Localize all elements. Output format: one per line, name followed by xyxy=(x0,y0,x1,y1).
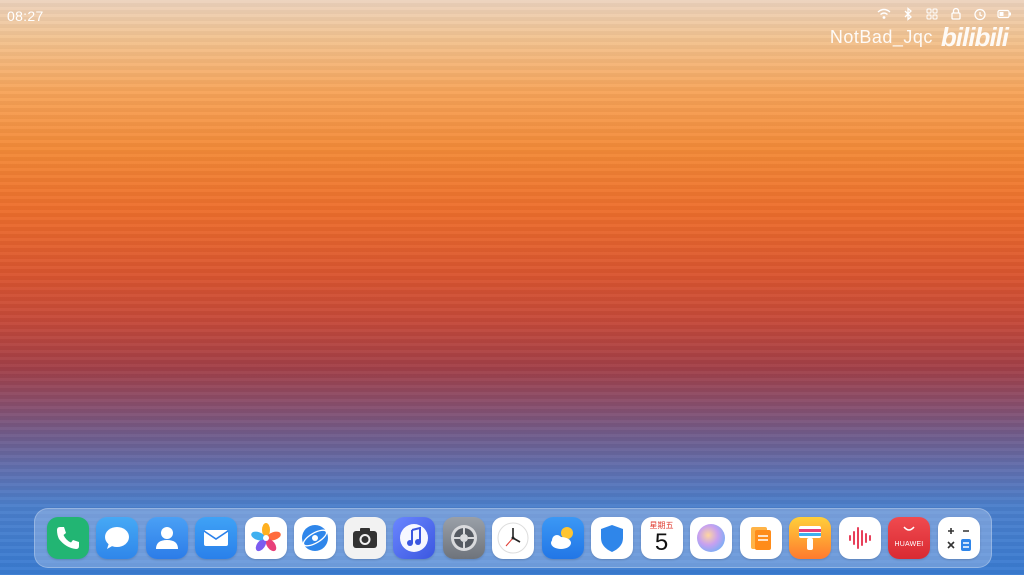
status-icons xyxy=(876,6,1012,22)
app-weather[interactable] xyxy=(541,517,584,559)
app-appgallery[interactable]: HUAWEI xyxy=(888,517,930,559)
clock-icon xyxy=(497,522,529,554)
app-settings[interactable] xyxy=(442,517,485,559)
phone-icon xyxy=(56,527,79,549)
recorder-icon xyxy=(848,527,871,549)
bluetooth-icon xyxy=(900,6,916,22)
gallery-icon xyxy=(250,523,281,552)
app-clock[interactable] xyxy=(492,517,534,559)
app-tips[interactable] xyxy=(789,517,831,559)
wifi-icon xyxy=(876,6,892,22)
brush-icon xyxy=(799,526,821,550)
camera-icon xyxy=(352,528,377,548)
app-gallery[interactable] xyxy=(244,517,287,559)
email-icon xyxy=(203,530,229,546)
app-calendar[interactable]: 星期五 5 xyxy=(640,517,683,559)
app-contacts[interactable] xyxy=(145,517,188,559)
message-icon xyxy=(105,527,129,549)
weather-icon xyxy=(550,527,573,549)
status-time: 08:27 xyxy=(7,8,44,24)
app-calculator[interactable] xyxy=(937,517,980,559)
app-email[interactable] xyxy=(195,517,237,559)
browser-icon xyxy=(302,525,328,551)
appgallery-label: HUAWEI xyxy=(894,541,924,548)
watermark-username: NotBad_Jqc xyxy=(829,27,933,47)
app-security[interactable] xyxy=(591,517,633,559)
app-phone[interactable] xyxy=(46,517,89,559)
alarm-icon xyxy=(972,6,988,22)
shield-icon xyxy=(601,525,623,552)
watermark-logo: bilibili xyxy=(940,22,1009,52)
files-icon xyxy=(750,527,771,550)
app-browser[interactable] xyxy=(294,517,336,559)
settings-icon xyxy=(450,525,477,551)
wallpaper xyxy=(0,0,1024,575)
app-recorder[interactable] xyxy=(838,517,881,559)
themes-icon xyxy=(697,524,725,552)
lock-icon xyxy=(948,6,964,22)
grid-icon xyxy=(924,6,940,22)
app-messages[interactable] xyxy=(96,517,138,559)
music-icon xyxy=(400,524,428,552)
contacts-icon xyxy=(155,527,178,549)
dock: 星期五 5 HUAWEI xyxy=(34,508,992,568)
app-camera[interactable] xyxy=(343,517,386,559)
appgallery-icon xyxy=(903,526,915,531)
calendar-date: 5 xyxy=(654,529,669,556)
battery-icon xyxy=(996,6,1012,22)
watermark: NotBad_Jqc bilibili xyxy=(829,22,1009,53)
app-music[interactable] xyxy=(393,517,435,559)
app-files[interactable] xyxy=(739,517,782,559)
calculator-icon xyxy=(946,528,971,551)
app-themes[interactable] xyxy=(690,517,732,559)
